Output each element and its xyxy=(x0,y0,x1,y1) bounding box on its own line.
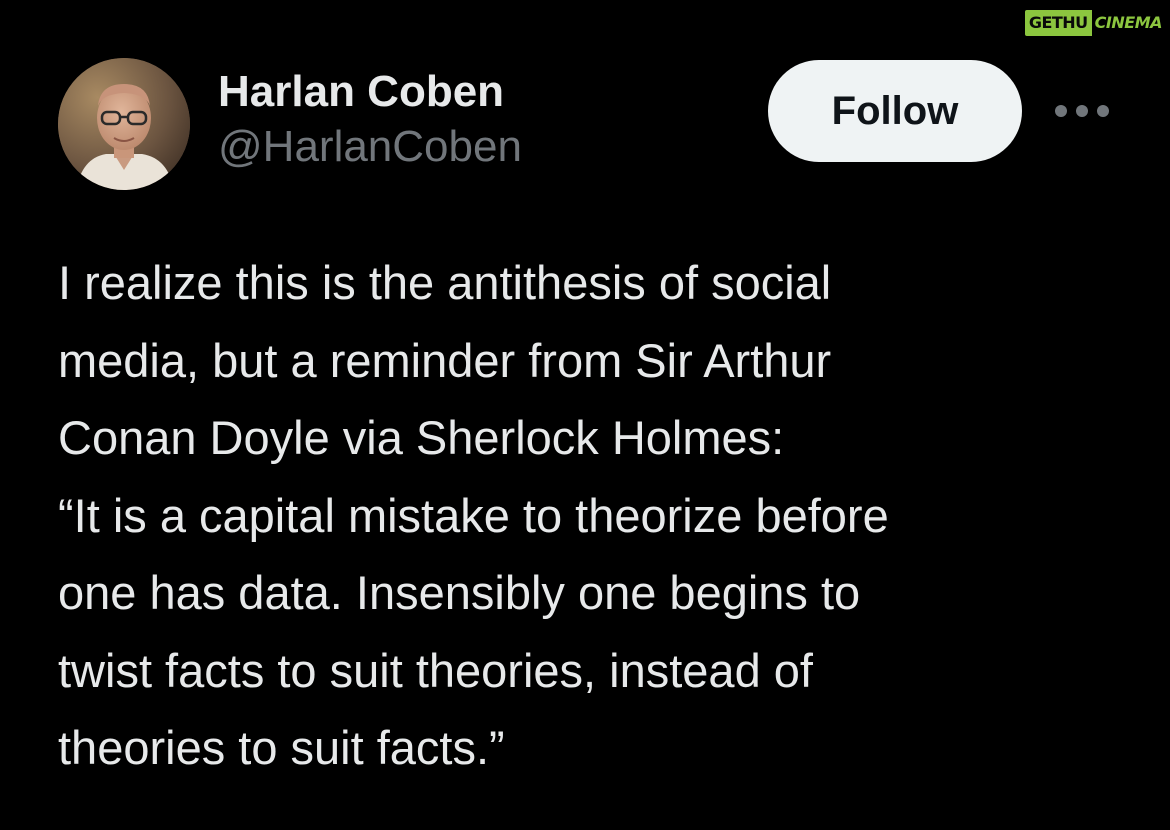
watermark-logo: GETHU CINEMA xyxy=(1024,10,1165,36)
avatar-photo-icon xyxy=(58,58,190,190)
watermark-part3: CINEMA xyxy=(1094,13,1163,32)
display-name[interactable]: Harlan Coben xyxy=(218,66,522,118)
avatar[interactable] xyxy=(58,58,190,190)
more-horizontal-icon xyxy=(1055,105,1109,117)
watermark-part1: GETHU xyxy=(1024,10,1092,36)
tweet-text: I realize this is the antithesis of soci… xyxy=(58,256,889,774)
tweet-header: Harlan Coben @HarlanCoben Follow xyxy=(58,58,1110,190)
follow-button[interactable]: Follow xyxy=(768,60,1022,162)
user-handle[interactable]: @HarlanCoben xyxy=(218,118,522,176)
author-info: Harlan Coben @HarlanCoben xyxy=(218,66,522,176)
more-options-button[interactable] xyxy=(1050,96,1114,126)
